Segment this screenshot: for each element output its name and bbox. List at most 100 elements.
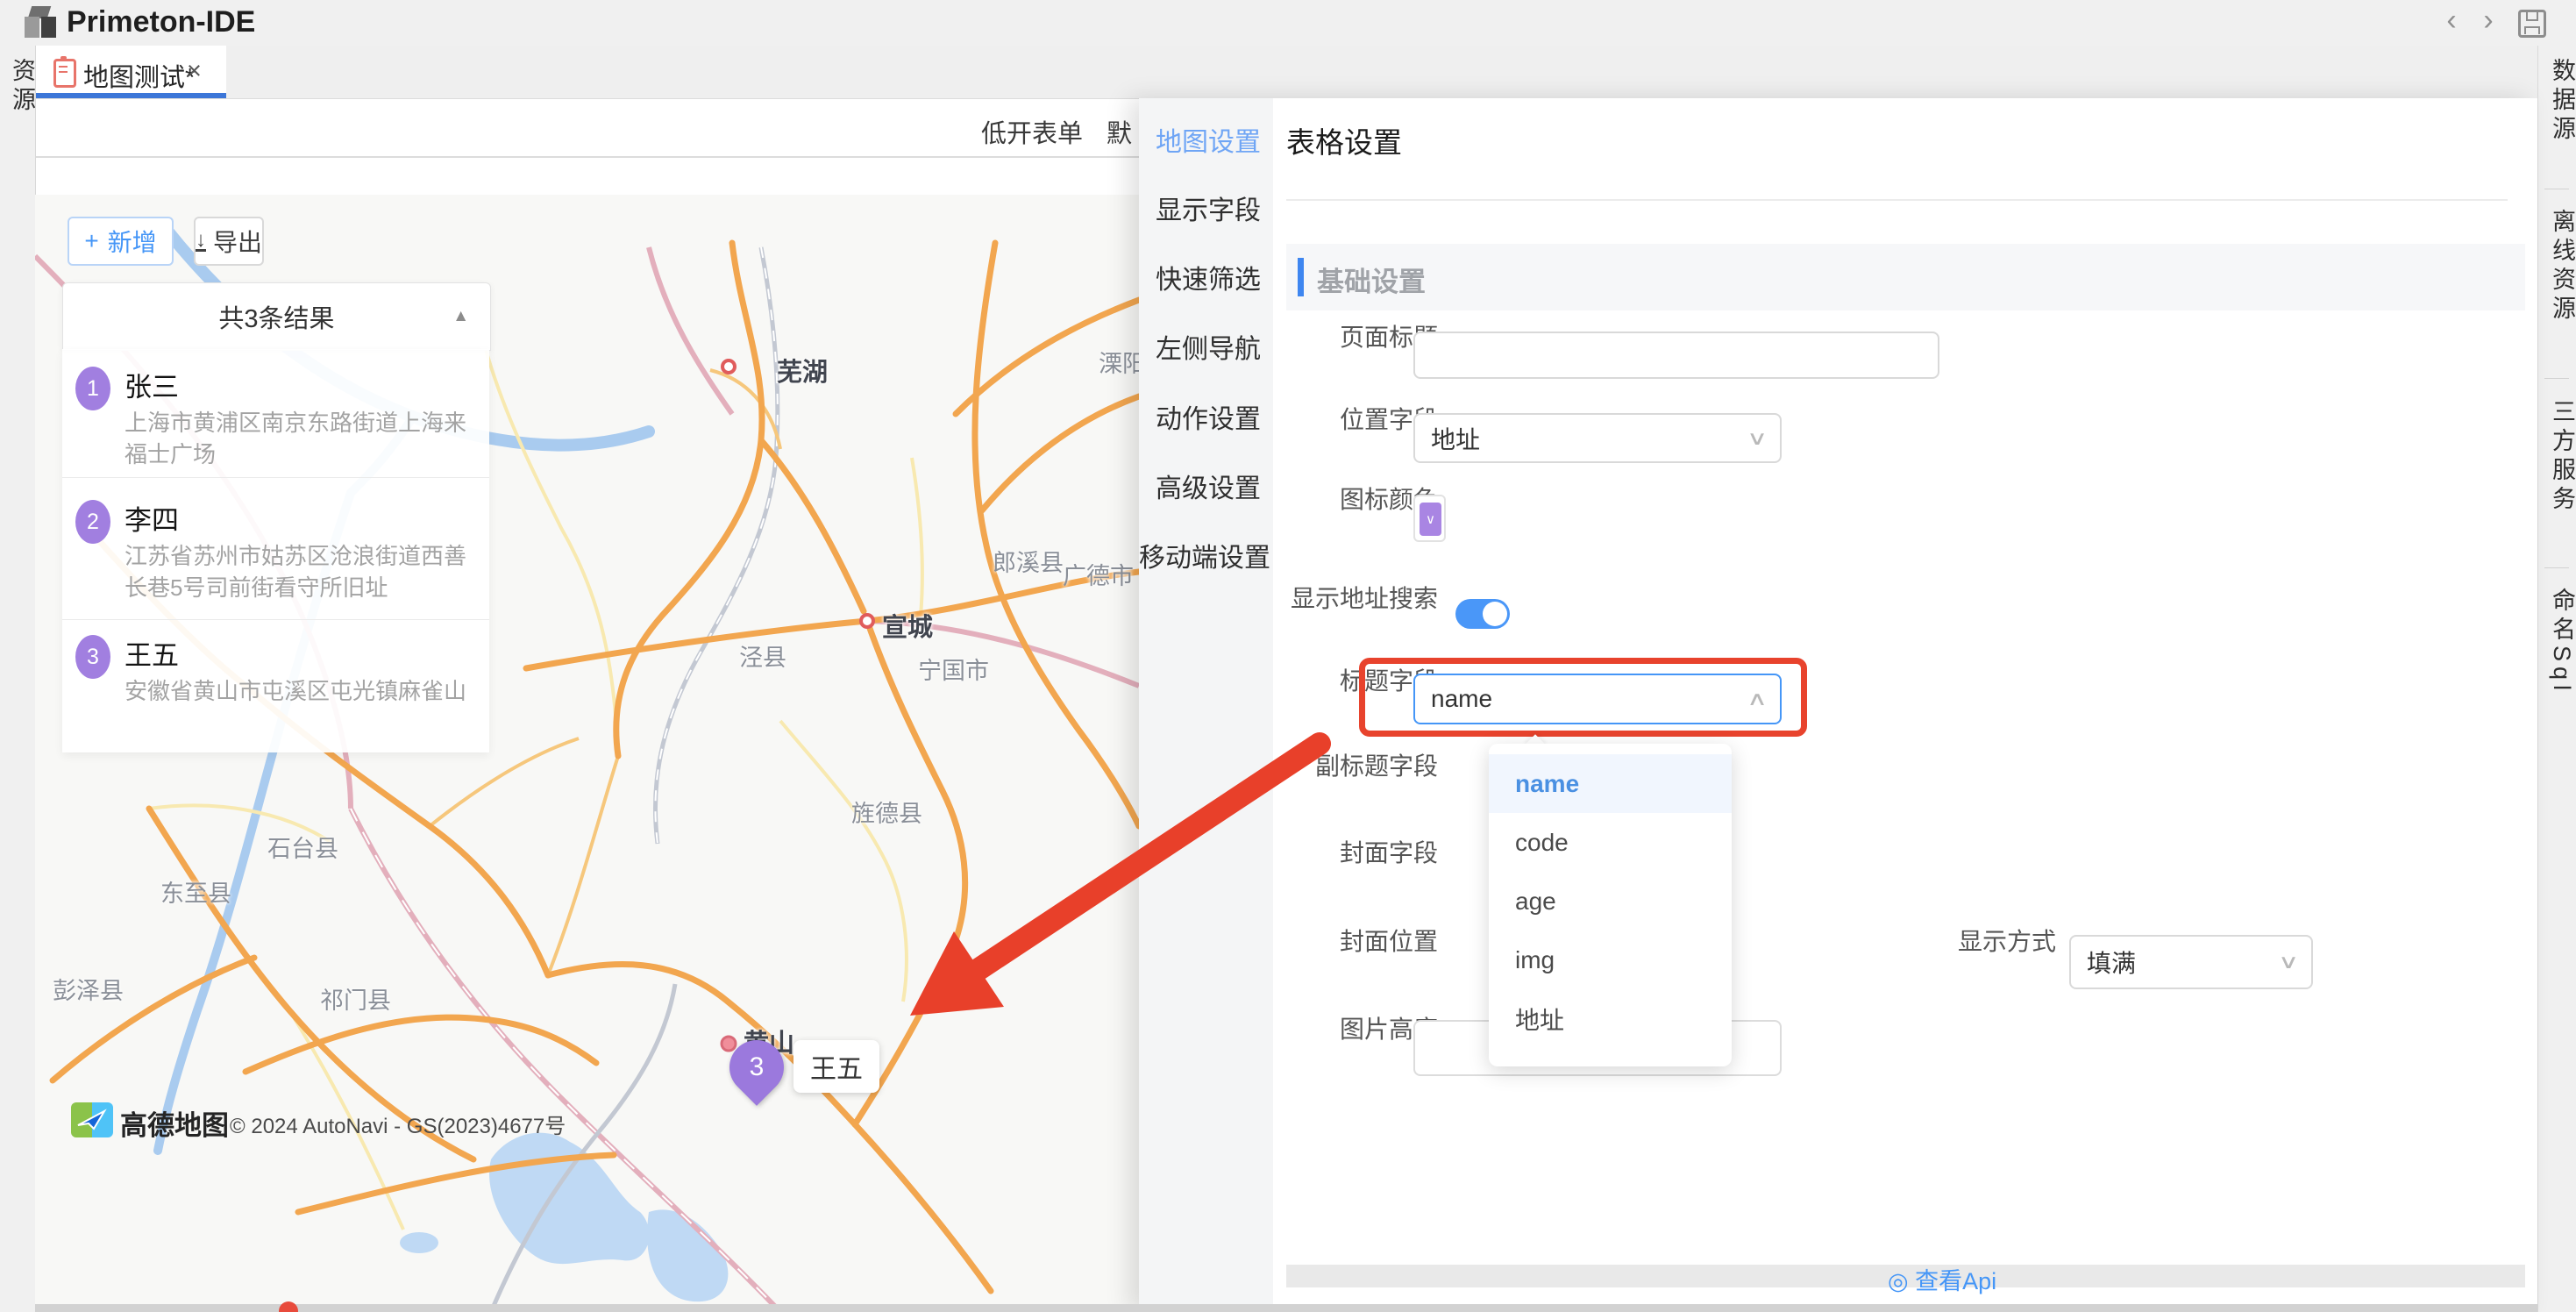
dropdown-option-address[interactable]: 地址 (1489, 989, 1732, 1048)
location-field-select[interactable]: 地址 ∨ (1413, 413, 1782, 463)
tab-strip: 地图测试* × (36, 46, 2537, 99)
map-label-shitai: 石台县 (267, 830, 338, 864)
color-swatch: ∨ (1420, 503, 1441, 536)
active-tab-indicator (36, 93, 226, 98)
plus-icon: + (84, 227, 98, 255)
app-title: Primeton-IDE (67, 5, 255, 39)
map-label-wuhu: 芜湖 (777, 352, 828, 389)
address-search-toggle[interactable] (1455, 599, 1510, 629)
display-mode-select[interactable]: 填满 ∨ (2069, 935, 2313, 989)
section-basic-settings: 基础设置 (1286, 244, 2525, 310)
title-bar: Primeton-IDE ‹ › (0, 0, 2576, 46)
right-rail-datasource[interactable]: 数据源 (2545, 58, 2576, 145)
map-label-qimen: 祁门县 (320, 981, 391, 1016)
map-label-guangde: 广德市 (1063, 557, 1134, 591)
page-title-input[interactable] (1413, 332, 1939, 379)
dropdown-option-age[interactable]: age (1489, 872, 1732, 931)
drawer-nav-advanced-settings[interactable]: 高级设置 (1139, 467, 1261, 505)
download-icon: ↓ (196, 232, 206, 252)
label-location-field: 位置字段 (1245, 403, 1438, 438)
chevron-down-icon: ∨ (2278, 951, 2299, 973)
right-rail-offline-resources[interactable]: 离线资源 (2545, 209, 2576, 324)
left-rail: 资源 (0, 46, 36, 1312)
map-label-dongzhi: 东至县 (160, 874, 231, 909)
item-name: 李四 (125, 498, 179, 538)
label-cover-field: 封面字段 (1245, 836, 1438, 871)
map-marker-label[interactable]: 王五 (793, 1040, 879, 1093)
label-subtitle-field: 副标题字段 (1245, 749, 1438, 784)
bottom-strip (35, 1304, 2537, 1312)
map-label-pengze: 彭泽县 (53, 972, 124, 1006)
chevron-down-icon: ∨ (1747, 427, 1768, 450)
eye-icon: ◎ (1888, 1268, 1909, 1294)
export-button-label: 导出 (213, 224, 262, 259)
drawer-nav: 地图设置 显示字段 快速筛选 左侧导航 动作设置 高级设置 移动端设置 (1139, 98, 1273, 1312)
section-accent-bar (1298, 258, 1304, 296)
label-cover-position: 封面位置 (1245, 924, 1438, 959)
drawer-nav-display-fields[interactable]: 显示字段 (1139, 189, 1261, 227)
label-page-title: 页面标题 (1245, 320, 1438, 355)
nav-back-icon[interactable]: ‹ (2436, 4, 2467, 38)
label-address-search: 显示地址搜索 (1245, 581, 1438, 617)
results-header[interactable]: 共3条结果 ▲ (62, 282, 491, 351)
tab-title: 地图测试* (83, 57, 195, 94)
label-display-mode: 显示方式 (1863, 924, 2056, 959)
nav-forward-icon[interactable]: › (2473, 4, 2504, 38)
add-button[interactable]: + 新增 (68, 217, 174, 266)
drawer-nav-mobile-settings[interactable]: 移动端设置 (1139, 536, 1261, 574)
settings-drawer: 地图设置 显示字段 快速筛选 左侧导航 动作设置 高级设置 移动端设置 表格设置… (1139, 98, 2537, 1312)
item-number-badge: 3 (75, 635, 110, 679)
toolbar-tab-default[interactable]: 默 (1107, 113, 1132, 150)
item-number-badge: 2 (75, 500, 110, 544)
toolbar-tab-form[interactable]: 低开表单 (981, 113, 1083, 150)
divider (2544, 378, 2569, 379)
divider (1286, 199, 2508, 201)
divider (62, 477, 489, 478)
toggle-knob (1483, 602, 1507, 626)
map-copyright: © 2024 AutoNavi - GS(2023)4677号 (230, 1109, 566, 1139)
drawer-nav-left-nav[interactable]: 左侧导航 (1139, 327, 1261, 366)
item-address: 江苏省苏州市姑苏区沧浪街道西善长巷5号司前街看守所旧址 (125, 540, 475, 603)
title-field-dropdown: name code age img 地址 (1489, 744, 1732, 1066)
save-icon[interactable] (2518, 10, 2546, 38)
drawer-nav-action-settings[interactable]: 动作设置 (1139, 397, 1261, 436)
right-rail-named-sql[interactable]: 命名Sql (2545, 588, 2576, 695)
map-label-jingde: 旌德县 (851, 795, 922, 829)
view-api-label: 查看Api (1915, 1268, 1996, 1294)
list-item[interactable]: 3 王五 安徽省黄山市屯溪区屯光镇麻雀山 (62, 633, 489, 745)
right-rail: 数据源 离线资源 三方服务 命名Sql (2537, 46, 2576, 1312)
amap-logo-icon (71, 1102, 113, 1137)
item-address: 上海市黄浦区南京东路街道上海来福士广场 (125, 407, 475, 470)
dropdown-option-code[interactable]: code (1489, 813, 1732, 872)
item-number-badge: 1 (75, 367, 110, 410)
left-rail-resources[interactable]: 资源 (5, 58, 39, 116)
export-button[interactable]: ↓ 导出 (194, 217, 264, 266)
amap-brand: 高德地图 (120, 1103, 229, 1143)
view-api-link[interactable]: ◎ 查看Api (1888, 1262, 1996, 1296)
results-list: 1 张三 上海市黄浦区南京东路街道上海来福士广场 2 李四 江苏省苏州市姑苏区沧… (62, 349, 489, 752)
map-marker-pin[interactable]: 3 (718, 1029, 795, 1106)
marker-number: 3 (729, 1040, 784, 1095)
map-label-ningguo: 宁国市 (918, 652, 989, 686)
drawer-footer-bar: ◎ 查看Api (1286, 1265, 2525, 1287)
add-button-label: 新增 (108, 224, 157, 259)
list-item[interactable]: 1 张三 上海市黄浦区南京东路街道上海来福士广场 (62, 365, 489, 477)
collapse-icon[interactable]: ▲ (452, 307, 469, 326)
drawer-nav-quick-filter[interactable]: 快速筛选 (1139, 258, 1261, 296)
results-count: 共3条结果 (218, 298, 334, 335)
map-label-liyang: 溧阳 (1099, 345, 1139, 379)
drawer-nav-map-settings[interactable]: 地图设置 (1139, 120, 1261, 159)
tab-close-icon[interactable]: × (187, 57, 202, 86)
drawer-title: 表格设置 (1286, 119, 1402, 161)
location-field-value: 地址 (1431, 421, 1480, 456)
dropdown-option-name[interactable]: name (1489, 754, 1732, 813)
right-rail-thirdparty-services[interactable]: 三方服务 (2545, 399, 2576, 515)
display-mode-value: 填满 (2087, 945, 2136, 980)
dropdown-option-img[interactable]: img (1489, 931, 1732, 989)
list-item[interactable]: 2 李四 江苏省苏州市姑苏区沧浪街道西善长巷5号司前街看守所旧址 (62, 498, 489, 617)
map-label-langxi: 郎溪县 (993, 544, 1064, 578)
icon-color-picker[interactable]: ∨ (1413, 495, 1446, 542)
tab-map-test[interactable]: 地图测试* × (36, 46, 226, 98)
app-window: Primeton-IDE ‹ › 资源 数据源 离线资源 三方服务 命名Sql … (0, 0, 2576, 1312)
section-title: 基础设置 (1317, 260, 1426, 299)
